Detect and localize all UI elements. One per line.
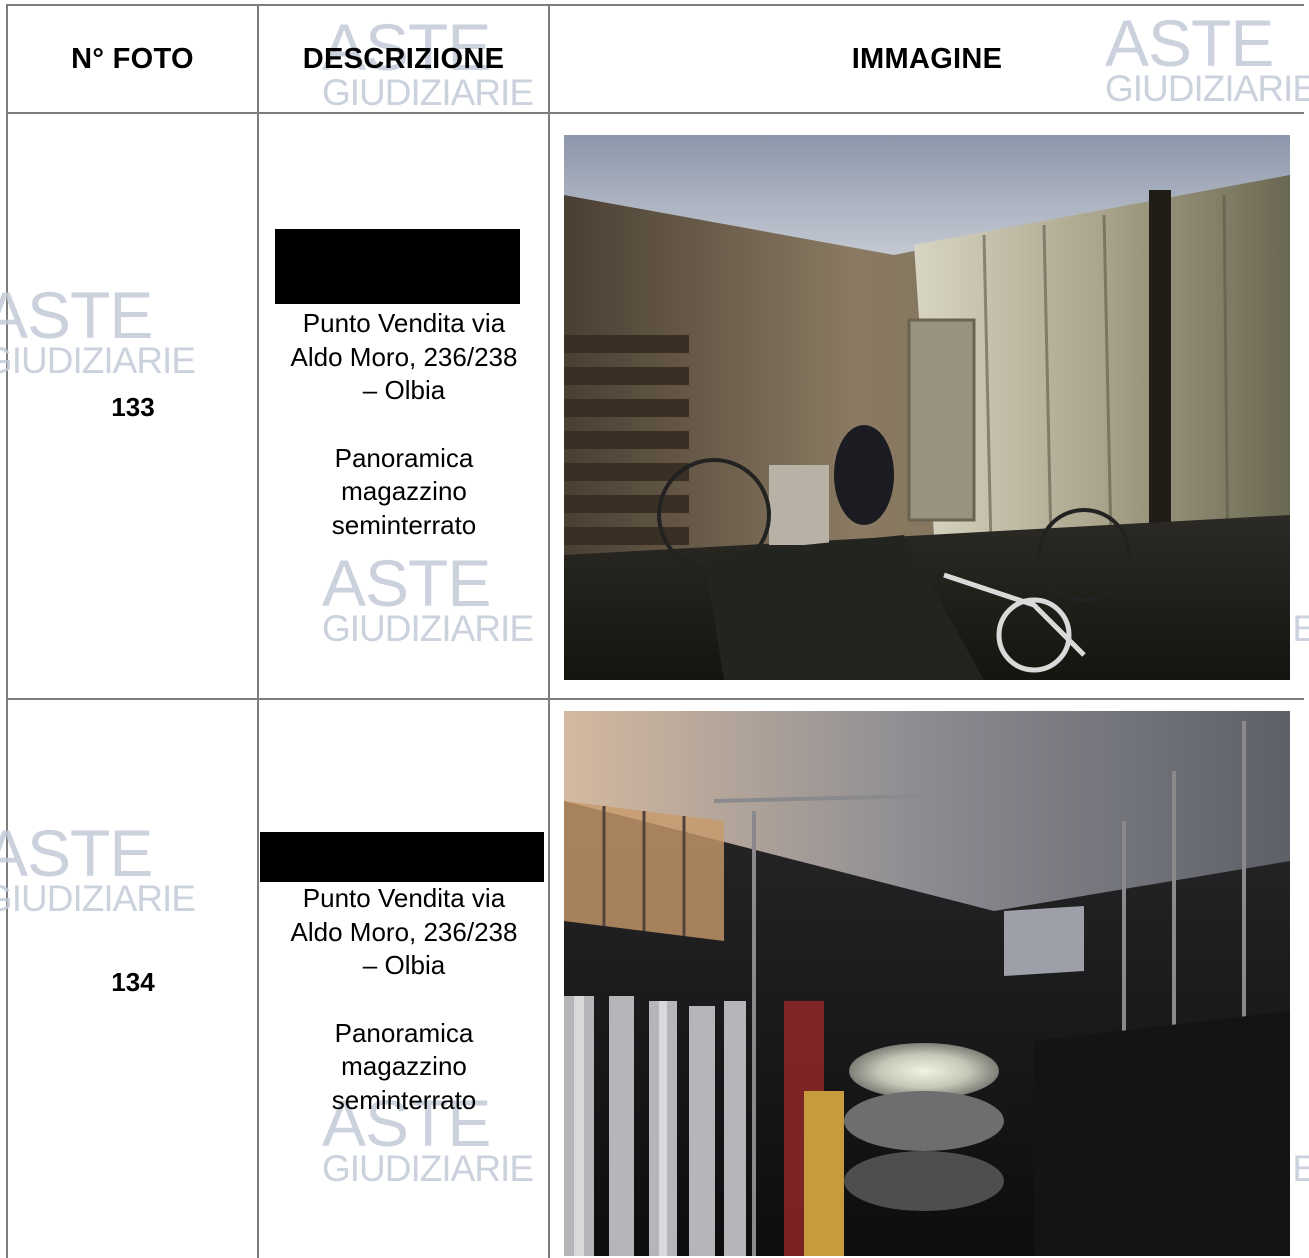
photo-description: Punto Vendita via Aldo Moro, 236/238 – O… <box>260 882 548 1117</box>
redacted-block <box>260 832 544 882</box>
description-line: – Olbia <box>362 950 446 980</box>
photo-warehouse-134 <box>564 711 1290 1256</box>
description-line: magazzino <box>341 476 467 506</box>
photo-number: 134 <box>111 967 155 997</box>
description-line: Panoramica <box>334 442 474 473</box>
description-line: seminterrato <box>331 509 477 540</box>
header-photo-number: N° FOTO <box>71 42 194 75</box>
redacted-block <box>275 229 520 304</box>
column-divider-1 <box>257 4 259 1258</box>
description-line: seminterrato <box>331 1084 477 1115</box>
description-line: magazzino <box>341 1051 467 1081</box>
photo-number: 133 <box>111 392 155 422</box>
table-border-left <box>6 4 8 1258</box>
description-line: Aldo Moro, 236/238 <box>290 341 518 372</box>
photo-description: Punto Vendita via Aldo Moro, 236/238 – O… <box>260 307 548 542</box>
photo-warehouse-133 <box>564 135 1290 680</box>
header-divider <box>6 112 1304 114</box>
description-line: Panoramica <box>334 1017 474 1048</box>
row-divider <box>6 698 1304 700</box>
column-divider-2 <box>548 4 550 1258</box>
description-line: Punto Vendita via <box>302 308 506 338</box>
header-image: IMMAGINE <box>851 42 1003 75</box>
description-line: Punto Vendita via <box>302 883 506 913</box>
description-line: – Olbia <box>362 375 446 405</box>
description-line: Aldo Moro, 236/238 <box>290 916 518 947</box>
header-description: DESCRIZIONE <box>302 42 505 75</box>
